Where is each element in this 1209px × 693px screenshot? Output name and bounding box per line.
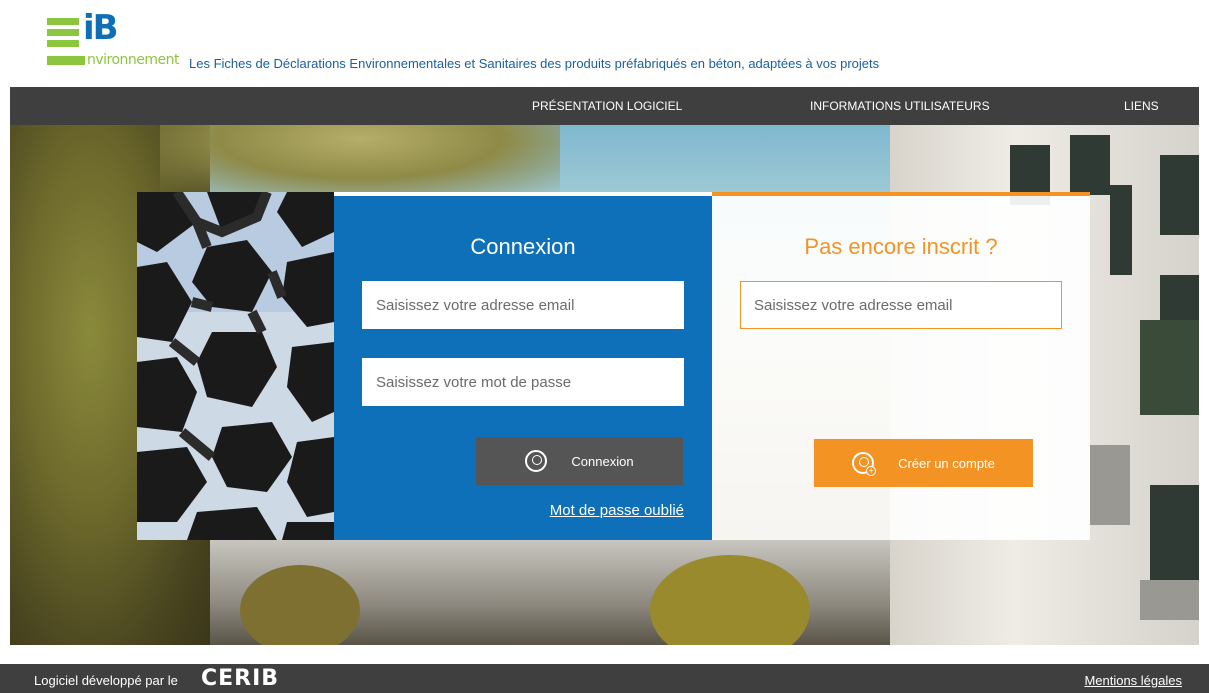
forgot-password-link[interactable]: Mot de passe oublié [550,502,684,519]
login-password-input[interactable] [362,358,684,406]
logo-suffix: nvironnement [87,52,180,68]
building-window [1140,320,1199,415]
login-button[interactable]: Connexion [476,437,683,485]
logo-bar [47,29,79,36]
concrete-lattice-image [137,192,334,540]
logo-underline [47,56,85,65]
create-account-button[interactable]: + Créer un compte [814,439,1033,487]
login-email-input[interactable] [362,281,684,329]
building-balcony [1090,445,1130,525]
eib-logo[interactable]: iB nvironnement [47,8,187,72]
nav-informations-utilisateurs[interactable]: INFORMATIONS UTILISATEURS [810,99,990,113]
building-balcony [1140,580,1199,620]
site-footer: Logiciel développé par le CERIB Mentions… [0,664,1209,693]
site-tagline: Les Fiches de Déclarations Environnement… [189,56,880,71]
tree-foliage [240,565,360,645]
signup-panel: Pas encore inscrit ? + Créer un compte [712,192,1090,540]
building-window [1110,185,1132,275]
building-window [1160,155,1199,235]
signup-title: Pas encore inscrit ? [804,234,998,259]
cerib-logo[interactable]: CERIB [201,666,279,691]
developed-by-text: Logiciel développé par le [34,673,178,688]
login-panel: Connexion Connexion Mot de passe oublié [334,192,712,540]
plus-icon: + [866,466,877,476]
tree-foliage [160,125,560,195]
lattice-pattern [137,192,334,540]
login-title: Connexion [470,234,576,259]
logo-letters: iB [83,8,119,48]
user-icon [525,450,548,472]
main-nav: PRÉSENTATION LOGICIEL INFORMATIONS UTILI… [10,87,1199,125]
site-header: iB nvironnement Les Fiches de Déclaratio… [0,0,1209,87]
logo-bar [47,18,79,25]
add-user-icon: + [852,452,877,476]
signup-email-input[interactable] [740,281,1062,329]
nav-liens[interactable]: LIENS [1124,99,1159,113]
login-button-label: Connexion [571,453,634,469]
building-window [1070,135,1110,195]
nav-presentation-logiciel[interactable]: PRÉSENTATION LOGICIEL [532,99,682,113]
create-account-label: Créer un compte [898,455,995,471]
legal-notice-link[interactable]: Mentions légales [1084,673,1182,688]
building-window [1150,485,1199,585]
logo-bar [47,40,79,47]
